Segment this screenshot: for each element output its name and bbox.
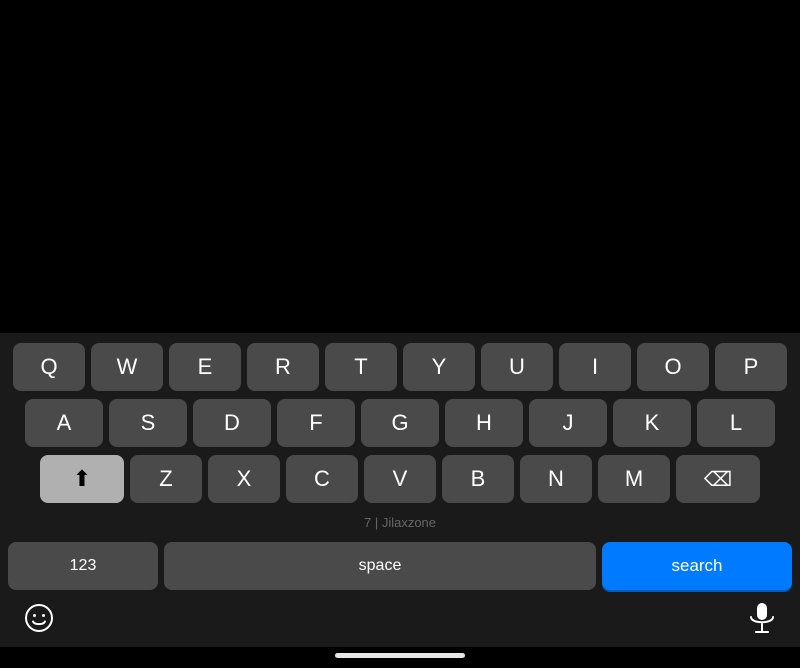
keyboard-row-1: Q W E R T Y U I O P <box>4 343 796 391</box>
numbers-label: 123 <box>70 557 97 575</box>
key-q[interactable]: Q <box>13 343 85 391</box>
key-b[interactable]: B <box>442 455 514 503</box>
key-o[interactable]: O <box>637 343 709 391</box>
key-v[interactable]: V <box>364 455 436 503</box>
delete-icon: ⌫ <box>704 467 732 492</box>
key-p[interactable]: P <box>715 343 787 391</box>
delete-key[interactable]: ⌫ <box>676 455 760 503</box>
key-e[interactable]: E <box>169 343 241 391</box>
key-c[interactable]: C <box>286 455 358 503</box>
key-k[interactable]: K <box>613 399 691 447</box>
keyboard-row-3: ⬆ Z X C V B N M ⌫ <box>4 455 796 503</box>
shift-key[interactable]: ⬆ <box>40 455 124 503</box>
key-u[interactable]: U <box>481 343 553 391</box>
microphone-icon <box>748 602 776 634</box>
key-g[interactable]: G <box>361 399 439 447</box>
key-w[interactable]: W <box>91 343 163 391</box>
key-j[interactable]: J <box>529 399 607 447</box>
search-key[interactable]: search <box>602 542 792 590</box>
emoji-icon <box>24 603 54 633</box>
key-a[interactable]: A <box>25 399 103 447</box>
key-d[interactable]: D <box>193 399 271 447</box>
key-y[interactable]: Y <box>403 343 475 391</box>
microphone-button[interactable] <box>748 602 776 641</box>
watermark: 7 | Jilaxzone <box>4 511 796 534</box>
key-l[interactable]: L <box>697 399 775 447</box>
numbers-key[interactable]: 123 <box>8 542 158 590</box>
bottom-toolbar <box>0 594 800 647</box>
emoji-button[interactable] <box>24 603 54 640</box>
home-indicator-area <box>0 647 800 668</box>
home-bar <box>335 653 465 658</box>
key-z[interactable]: Z <box>130 455 202 503</box>
keyboard-container: Q W E R T Y U I O P A S D F G H J K L ⬆ … <box>0 333 800 594</box>
key-m[interactable]: M <box>598 455 670 503</box>
key-i[interactable]: I <box>559 343 631 391</box>
key-t[interactable]: T <box>325 343 397 391</box>
space-key[interactable]: space <box>164 542 596 590</box>
search-label: search <box>671 556 722 576</box>
key-x[interactable]: X <box>208 455 280 503</box>
key-s[interactable]: S <box>109 399 187 447</box>
space-label: space <box>359 557 402 575</box>
keyboard-row-4: 123 space search <box>4 542 796 594</box>
key-r[interactable]: R <box>247 343 319 391</box>
keyboard-row-2: A S D F G H J K L <box>4 399 796 447</box>
key-h[interactable]: H <box>445 399 523 447</box>
shift-icon: ⬆ <box>73 466 91 492</box>
key-f[interactable]: F <box>277 399 355 447</box>
key-n[interactable]: N <box>520 455 592 503</box>
